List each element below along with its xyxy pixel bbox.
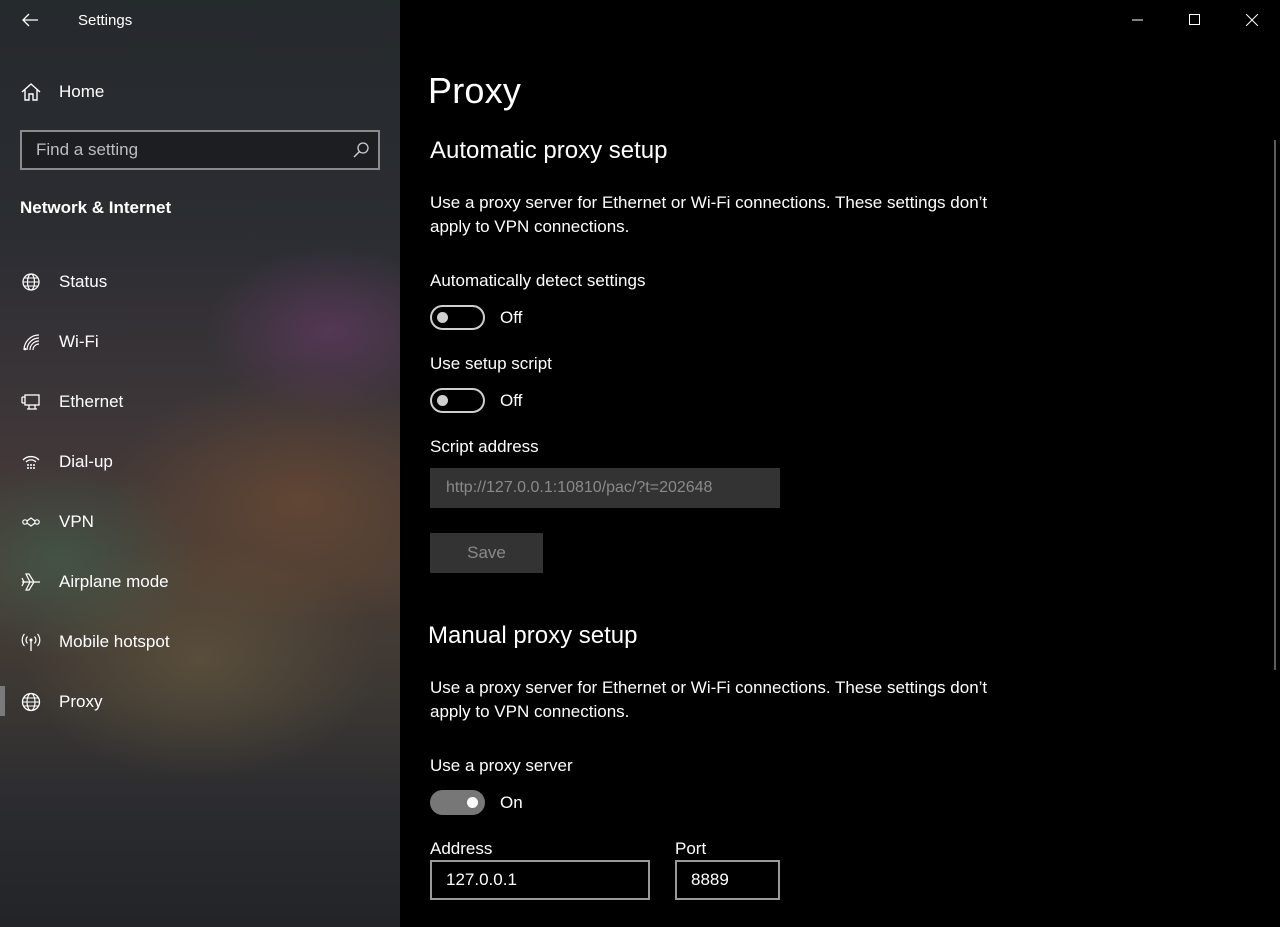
page-title: Proxy: [428, 70, 522, 111]
sidebar-item-label: Dial-up: [59, 452, 113, 471]
sidebar-item-label: Ethernet: [59, 392, 124, 411]
close-icon: [1245, 14, 1258, 26]
use-proxy-state: On: [500, 793, 523, 812]
sidebar-item-label: Proxy: [59, 692, 103, 711]
wifi-icon: [20, 331, 42, 353]
search-box[interactable]: [20, 130, 380, 170]
sidebar-item-label: Home: [59, 82, 105, 101]
nav-list: Status Wi-Fi Ethernet Dial-up VPN Airpla…: [0, 252, 400, 732]
manual-proxy-heading: Manual proxy setup: [428, 622, 638, 649]
sidebar-item-wifi[interactable]: Wi-Fi: [0, 312, 400, 372]
ethernet-icon: [20, 391, 42, 413]
setup-script-toggle[interactable]: [430, 388, 485, 413]
port-label: Port: [675, 839, 707, 858]
globe-status-icon: [20, 271, 42, 293]
sidebar-item-label: Wi-Fi: [59, 332, 99, 351]
sidebar-item-mobile-hotspot[interactable]: Mobile hotspot: [0, 612, 400, 672]
save-button[interactable]: Save: [430, 533, 543, 573]
use-proxy-label: Use a proxy server: [430, 756, 573, 775]
sidebar-item-airplane-mode[interactable]: Airplane mode: [0, 552, 400, 612]
address-field[interactable]: [430, 860, 650, 900]
search-icon[interactable]: [352, 141, 370, 159]
use-proxy-toggle[interactable]: [430, 790, 485, 815]
search-input[interactable]: [36, 132, 346, 168]
sidebar-item-ethernet[interactable]: Ethernet: [0, 372, 400, 432]
close-button[interactable]: [1223, 0, 1280, 40]
window-controls: [1109, 0, 1280, 40]
minimize-icon: [1131, 19, 1143, 21]
manual-proxy-description: Use a proxy server for Ethernet or Wi-Fi…: [430, 678, 988, 721]
sidebar-item-label: Airplane mode: [59, 572, 169, 591]
sidebar-item-status[interactable]: Status: [0, 252, 400, 312]
toggle-knob: [467, 797, 478, 808]
auto-detect-toggle[interactable]: [430, 305, 485, 330]
toggle-knob: [437, 312, 448, 323]
port-field[interactable]: [675, 860, 780, 900]
globe-icon: [20, 691, 42, 713]
sidebar-item-label: Mobile hotspot: [59, 632, 170, 651]
automatic-proxy-heading: Automatic proxy setup: [430, 137, 668, 164]
sidebar-item-home[interactable]: Home: [0, 72, 400, 112]
setup-script-state: Off: [500, 391, 523, 410]
app-title: Settings: [78, 12, 133, 29]
hotspot-icon: [20, 631, 42, 653]
airplane-icon: [20, 571, 42, 593]
address-label: Address: [430, 839, 493, 858]
automatic-proxy-description: Use a proxy server for Ethernet or Wi-Fi…: [430, 193, 988, 236]
sidebar-item-dialup[interactable]: Dial-up: [0, 432, 400, 492]
sidebar-item-label: Status: [59, 272, 108, 291]
sidebar: Settings Home Network & Internet S: [0, 0, 400, 927]
auto-detect-state: Off: [500, 308, 523, 327]
section-heading: Network & Internet: [20, 198, 172, 217]
maximize-icon: [1188, 14, 1200, 25]
dialup-icon: [20, 451, 42, 473]
sidebar-item-vpn[interactable]: VPN: [0, 492, 400, 552]
back-arrow-icon: [22, 13, 38, 27]
toggle-knob: [437, 395, 448, 406]
sidebar-item-label: VPN: [59, 512, 94, 531]
script-address-field[interactable]: [430, 468, 780, 508]
maximize-button[interactable]: [1166, 0, 1223, 40]
scrollbar[interactable]: [1274, 140, 1276, 670]
sidebar-item-proxy[interactable]: Proxy: [0, 672, 400, 732]
title-bar: Settings: [0, 0, 400, 40]
vpn-icon: [20, 511, 42, 533]
setup-script-label: Use setup script: [430, 354, 552, 373]
home-icon: [20, 81, 42, 103]
main-content: Proxy Automatic proxy setup Use a proxy …: [400, 0, 1280, 927]
back-button[interactable]: [16, 8, 44, 32]
script-address-label: Script address: [430, 437, 539, 456]
minimize-button[interactable]: [1109, 0, 1166, 40]
auto-detect-label: Automatically detect settings: [430, 271, 646, 290]
